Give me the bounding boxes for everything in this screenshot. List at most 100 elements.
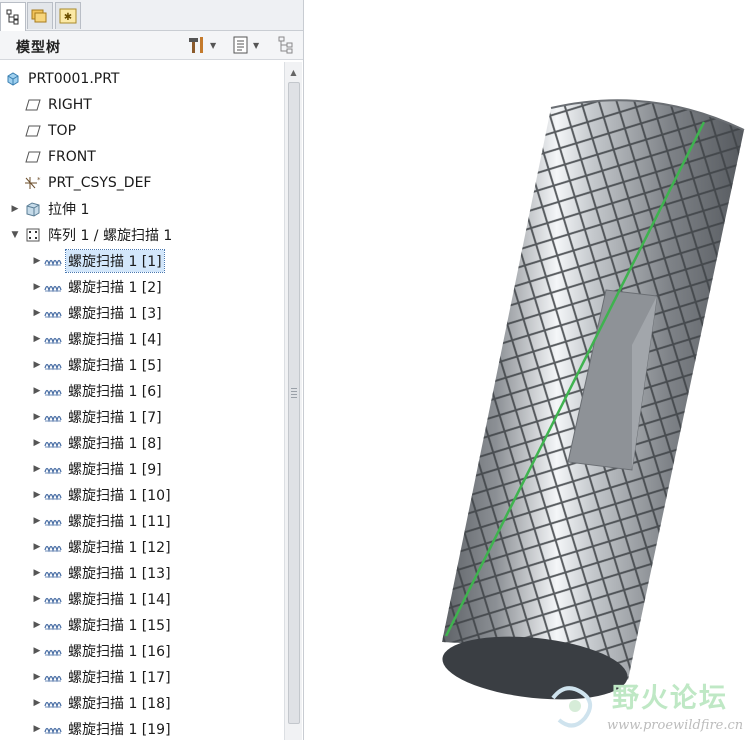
tree-item-root[interactable]: PRT0001.PRT [0, 66, 284, 92]
tree-item-front-plane[interactable]: FRONT [0, 144, 284, 170]
tree-item-label: 阵列 1 / 螺旋扫描 1 [48, 228, 173, 244]
tree-item-extrude[interactable]: ▶ 拉伸 1 [0, 196, 284, 222]
hammer-tools-icon [189, 37, 203, 53]
tree-item-label: 螺旋扫描 1 [19] [68, 722, 171, 738]
expand-arrow-icon[interactable]: ▶ [32, 386, 42, 396]
coordinate-system-icon: * [24, 175, 42, 191]
expand-arrow-icon[interactable]: ▶ [32, 308, 42, 318]
tree-filter-icon [278, 36, 293, 54]
pattern-grid-icon [24, 227, 42, 243]
expand-arrow-icon[interactable]: ▶ [32, 334, 42, 344]
tree-scrollbar[interactable]: ▲ [284, 62, 302, 740]
datum-plane-icon [24, 149, 42, 165]
helical-sweep-icon [44, 305, 62, 321]
expand-arrow-icon[interactable]: ▶ [32, 672, 42, 682]
panel-tab-bar: ✱ [0, 0, 303, 31]
grip-icon [291, 388, 297, 398]
tab-model-tree[interactable] [0, 2, 26, 31]
tree-item-helical-sweep[interactable]: ▶ 螺旋扫描 1 [8] [0, 430, 284, 456]
expand-arrow-icon[interactable]: ▶ [32, 724, 42, 734]
tree-item-helical-sweep[interactable]: ▶ 螺旋扫描 1 [6] [0, 378, 284, 404]
tab-favorites[interactable]: ✱ [55, 2, 81, 29]
tree-item-helical-sweep[interactable]: ▶ 螺旋扫描 1 [11] [0, 508, 284, 534]
expand-arrow-icon[interactable]: ▶ [32, 412, 42, 422]
tree-item-helical-sweep[interactable]: ▶ 螺旋扫描 1 [17] [0, 664, 284, 690]
tree-item-label: 螺旋扫描 1 [11] [68, 514, 171, 530]
helical-sweep-icon [44, 721, 62, 737]
tree-item-label: 螺旋扫描 1 [1] [65, 249, 165, 273]
tree-item-helical-sweep[interactable]: ▶ 螺旋扫描 1 [19] [0, 716, 284, 740]
helical-sweep-icon [44, 383, 62, 399]
tree-item-helical-sweep[interactable]: ▶ 螺旋扫描 1 [16] [0, 638, 284, 664]
scroll-thumb[interactable] [288, 82, 300, 724]
tree-item-label: 拉伸 1 [48, 202, 90, 218]
tree-item-helical-sweep[interactable]: ▶ 螺旋扫描 1 [3] [0, 300, 284, 326]
part-cube-icon [4, 71, 22, 87]
tree-item-helical-sweep[interactable]: ▶ 螺旋扫描 1 [4] [0, 326, 284, 352]
expand-arrow-icon[interactable]: ▶ [32, 568, 42, 578]
tree-item-label: 螺旋扫描 1 [9] [68, 462, 162, 478]
tree-item-label: 螺旋扫描 1 [8] [68, 436, 162, 452]
knurled-cylinder-model [442, 99, 745, 700]
tree-item-pattern[interactable]: ▼ 阵列 1 / 螺旋扫描 1 [0, 222, 284, 248]
tree-filter-button[interactable] [277, 35, 297, 55]
expand-arrow-icon[interactable]: ▶ [32, 542, 42, 552]
expand-arrow-icon[interactable]: ▶ [32, 490, 42, 500]
panel-header: 模型树 ▼ ▼ [0, 31, 303, 60]
tree-item-helical-sweep[interactable]: ▶ 螺旋扫描 1 [13] [0, 560, 284, 586]
expand-arrow-icon[interactable]: ▶ [32, 438, 42, 448]
list-view-icon [233, 36, 248, 54]
favorites-star-icon: ✱ [59, 8, 77, 24]
tree-item-label: 螺旋扫描 1 [2] [68, 280, 162, 296]
tree-item-helical-sweep[interactable]: ▶ 螺旋扫描 1 [15] [0, 612, 284, 638]
collapse-arrow-icon[interactable]: ▼ [10, 230, 20, 240]
chevron-down-icon: ▼ [253, 40, 260, 50]
tree-item-label: 螺旋扫描 1 [13] [68, 566, 171, 582]
tree-item-label: 螺旋扫描 1 [3] [68, 306, 162, 322]
tree-item-label: PRT0001.PRT [28, 71, 120, 87]
expand-arrow-icon[interactable]: ▶ [32, 698, 42, 708]
svg-text:*: * [37, 176, 41, 184]
helical-sweep-icon [44, 617, 62, 633]
show-dropdown-button[interactable]: ▼ [232, 35, 259, 55]
helical-sweep-icon [44, 279, 62, 295]
tree-item-helical-sweep[interactable]: ▶ 螺旋扫描 1 [9] [0, 456, 284, 482]
tab-folder-browser[interactable] [27, 2, 53, 29]
expand-arrow-icon[interactable]: ▶ [32, 282, 42, 292]
helical-sweep-icon [44, 669, 62, 685]
tree-item-helical-sweep[interactable]: ▶ 螺旋扫描 1 [5] [0, 352, 284, 378]
tree-item-helical-sweep[interactable]: ▶ 螺旋扫描 1 [10] [0, 482, 284, 508]
tree-item-helical-sweep[interactable]: ▶ 螺旋扫描 1 [1] [0, 248, 284, 274]
expand-arrow-icon[interactable]: ▶ [32, 360, 42, 370]
tree-structure-icon [6, 9, 19, 25]
expand-arrow-icon[interactable]: ▶ [32, 516, 42, 526]
expand-arrow-icon[interactable]: ▶ [32, 464, 42, 474]
expand-arrow-icon[interactable]: ▶ [32, 594, 42, 604]
tree-item-label: TOP [48, 123, 77, 139]
tree-item-label: 螺旋扫描 1 [6] [68, 384, 162, 400]
tree-item-top-plane[interactable]: TOP [0, 118, 284, 144]
scroll-up-icon[interactable]: ▲ [285, 64, 302, 80]
tree-item-label: 螺旋扫描 1 [4] [68, 332, 162, 348]
tree-item-helical-sweep[interactable]: ▶ 螺旋扫描 1 [7] [0, 404, 284, 430]
extrude-feature-icon [24, 201, 42, 217]
tree-item-helical-sweep[interactable]: ▶ 螺旋扫描 1 [2] [0, 274, 284, 300]
tree-item-helical-sweep[interactable]: ▶ 螺旋扫描 1 [18] [0, 690, 284, 716]
tree-item-right-plane[interactable]: RIGHT [0, 92, 284, 118]
settings-dropdown-button[interactable]: ▼ [187, 35, 216, 55]
tree-item-csys[interactable]: * PRT_CSYS_DEF [0, 170, 284, 196]
expand-arrow-icon[interactable]: ▶ [10, 204, 20, 214]
helical-sweep-icon [44, 487, 62, 503]
expand-arrow-icon[interactable]: ▶ [32, 620, 42, 630]
tree-item-label: 螺旋扫描 1 [10] [68, 488, 171, 504]
tree-item-label: 螺旋扫描 1 [16] [68, 644, 171, 660]
helical-sweep-icon [44, 331, 62, 347]
tree-item-helical-sweep[interactable]: ▶ 螺旋扫描 1 [12] [0, 534, 284, 560]
graphics-viewport[interactable] [304, 0, 756, 740]
expand-arrow-icon[interactable]: ▶ [32, 256, 42, 266]
datum-plane-icon [24, 123, 42, 139]
expand-arrow-icon[interactable]: ▶ [32, 646, 42, 656]
forum-logo-icon [551, 686, 593, 728]
tree-item-label: 螺旋扫描 1 [7] [68, 410, 162, 426]
tree-item-helical-sweep[interactable]: ▶ 螺旋扫描 1 [14] [0, 586, 284, 612]
